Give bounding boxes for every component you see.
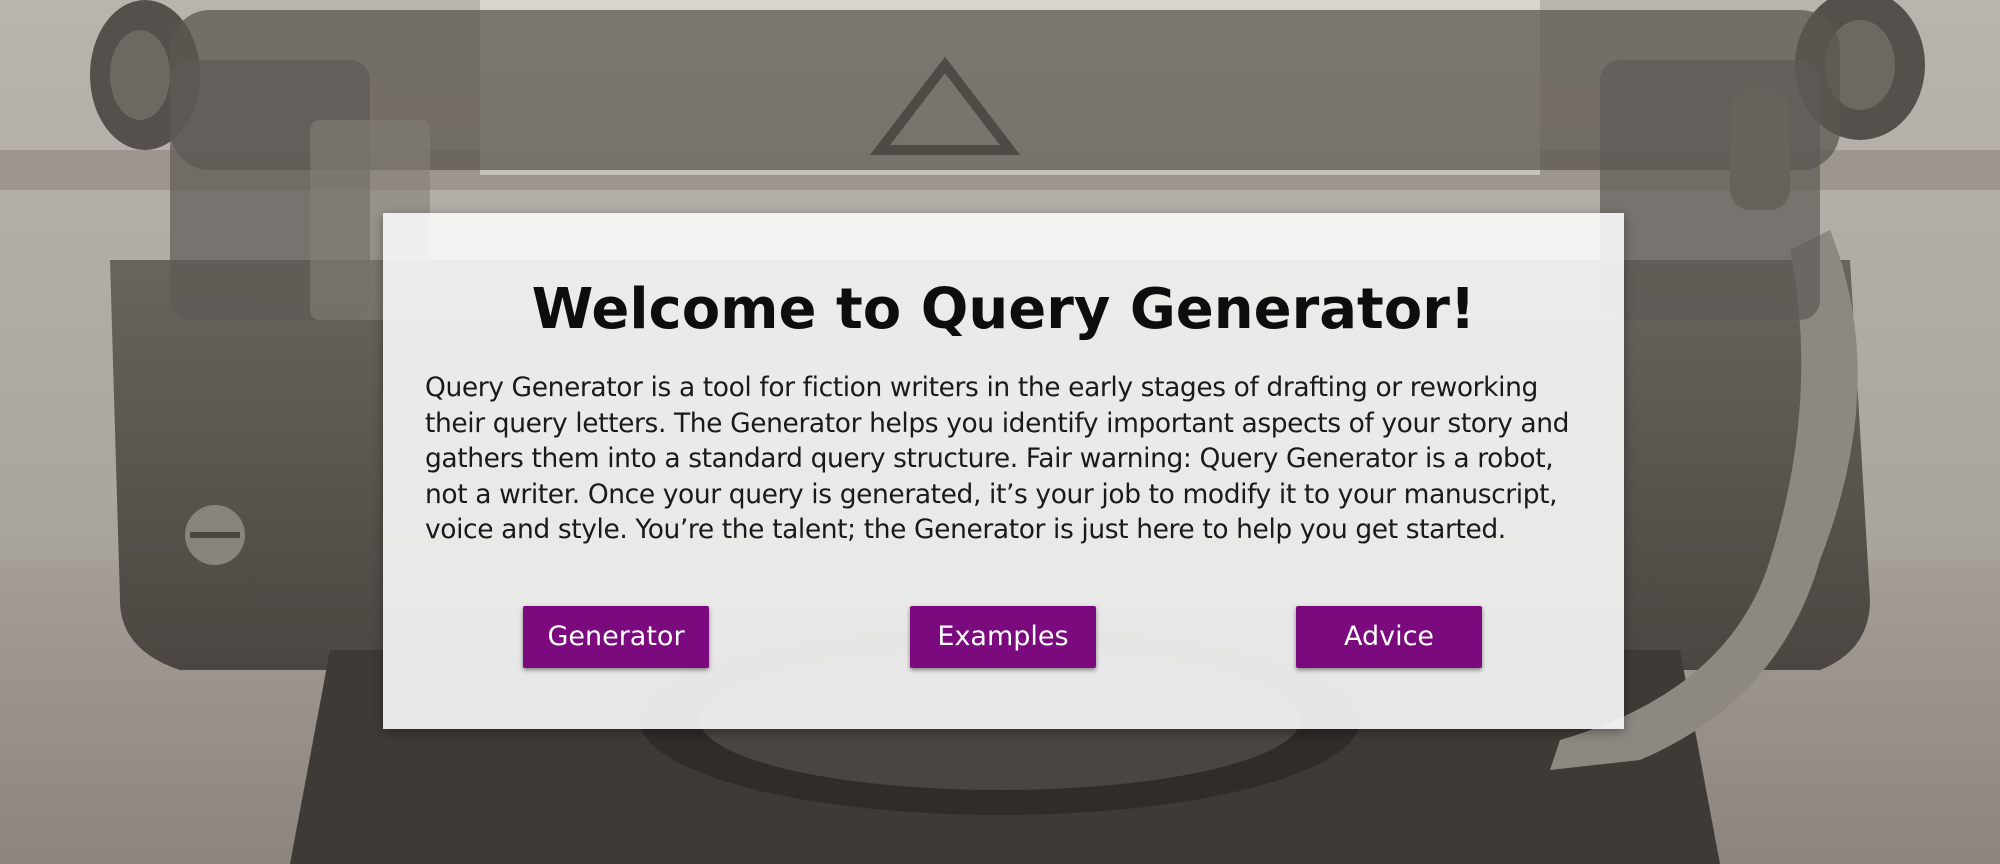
intro-paragraph: Query Generator is a tool for fiction wr… <box>425 372 1570 545</box>
advice-button[interactable]: Advice <box>1296 606 1482 668</box>
examples-button[interactable]: Examples <box>910 606 1096 668</box>
welcome-card: Welcome to Query Generator! Query Genera… <box>383 213 1624 729</box>
generator-button[interactable]: Generator <box>523 606 709 668</box>
page-title: Welcome to Query Generator! <box>531 277 1476 342</box>
